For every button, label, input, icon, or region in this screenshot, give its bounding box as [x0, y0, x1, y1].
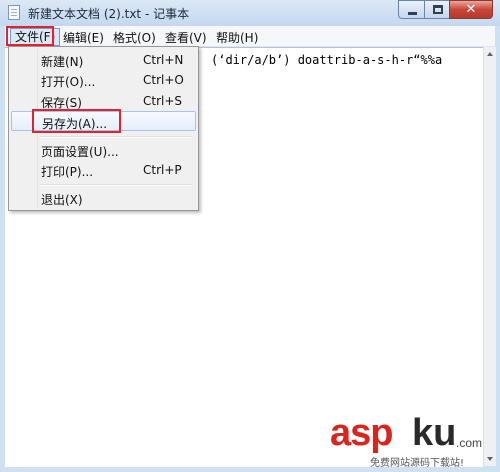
- close-button[interactable]: ✕: [449, 0, 493, 19]
- window-title: 新建文本文档 (2).txt - 记事本: [28, 7, 190, 21]
- menu-bar: 文件(F) 编辑(E) 格式(O) 查看(V) 帮助(H): [5, 26, 495, 47]
- minimize-button[interactable]: [398, 0, 425, 19]
- maximize-button[interactable]: [424, 0, 450, 19]
- watermark-tagline: 免费网站源码下载站!: [370, 458, 465, 469]
- menu-item-exit[interactable]: 退出(X): [11, 188, 196, 208]
- menu-item-shortcut: Ctrl+N: [143, 53, 184, 67]
- menu-item-shortcut: Ctrl+S: [143, 94, 183, 108]
- scroll-up-arrow-icon[interactable]: [484, 47, 496, 61]
- menu-separator: [40, 184, 192, 186]
- maximize-icon: [433, 5, 443, 14]
- menu-item-page-setup[interactable]: 页面设置(U)...: [11, 140, 196, 160]
- menu-help[interactable]: 帮助(H): [216, 29, 258, 46]
- watermark-suffix: .com: [456, 436, 483, 450]
- aspku-watermark-logo: asp ku .com 免费网站源码下载站!: [330, 412, 495, 469]
- menu-item-label: 新建(N): [41, 55, 84, 69]
- notepad-app-icon: [8, 5, 20, 20]
- menu-item-label: 打印(P)...: [41, 165, 94, 179]
- minimize-icon: [408, 12, 417, 15]
- menu-item-open[interactable]: 打开(O)... Ctrl+O: [11, 70, 196, 90]
- menu-item-shortcut: Ctrl+O: [143, 73, 184, 87]
- menu-item-print[interactable]: 打印(P)... Ctrl+P: [11, 160, 196, 180]
- menu-item-label: 打开(O)...: [41, 75, 96, 89]
- vertical-scrollbar[interactable]: [483, 47, 496, 466]
- menu-item-label: 退出(X): [41, 193, 83, 207]
- watermark-brand-red: asp: [330, 412, 393, 454]
- title-bar[interactable]: 新建文本文档 (2).txt - 记事本 ✕: [0, 0, 500, 26]
- notepad-window: 新建文本文档 (2).txt - 记事本 ✕ 文件(F) 编辑(E) 格式(O)…: [0, 0, 500, 472]
- editor-text-line: (‘dir/a/b’) doattrib-a-s-h-r“%%a: [211, 53, 443, 67]
- save-as-highlight-box: [32, 109, 121, 133]
- menu-edit[interactable]: 编辑(E): [63, 29, 104, 46]
- menu-item-shortcut: Ctrl+P: [143, 163, 182, 177]
- menu-separator: [40, 136, 192, 138]
- menu-item-save[interactable]: 保存(S) Ctrl+S: [11, 91, 196, 111]
- close-icon: ✕: [465, 2, 477, 17]
- watermark-brand-dark: ku: [412, 412, 457, 454]
- menu-format[interactable]: 格式(O): [113, 29, 156, 46]
- menu-item-label: 页面设置(U)...: [41, 145, 119, 159]
- menu-item-new[interactable]: 新建(N) Ctrl+N: [11, 50, 196, 70]
- menu-view[interactable]: 查看(V): [165, 29, 207, 46]
- file-menu-highlight-box: [6, 26, 54, 46]
